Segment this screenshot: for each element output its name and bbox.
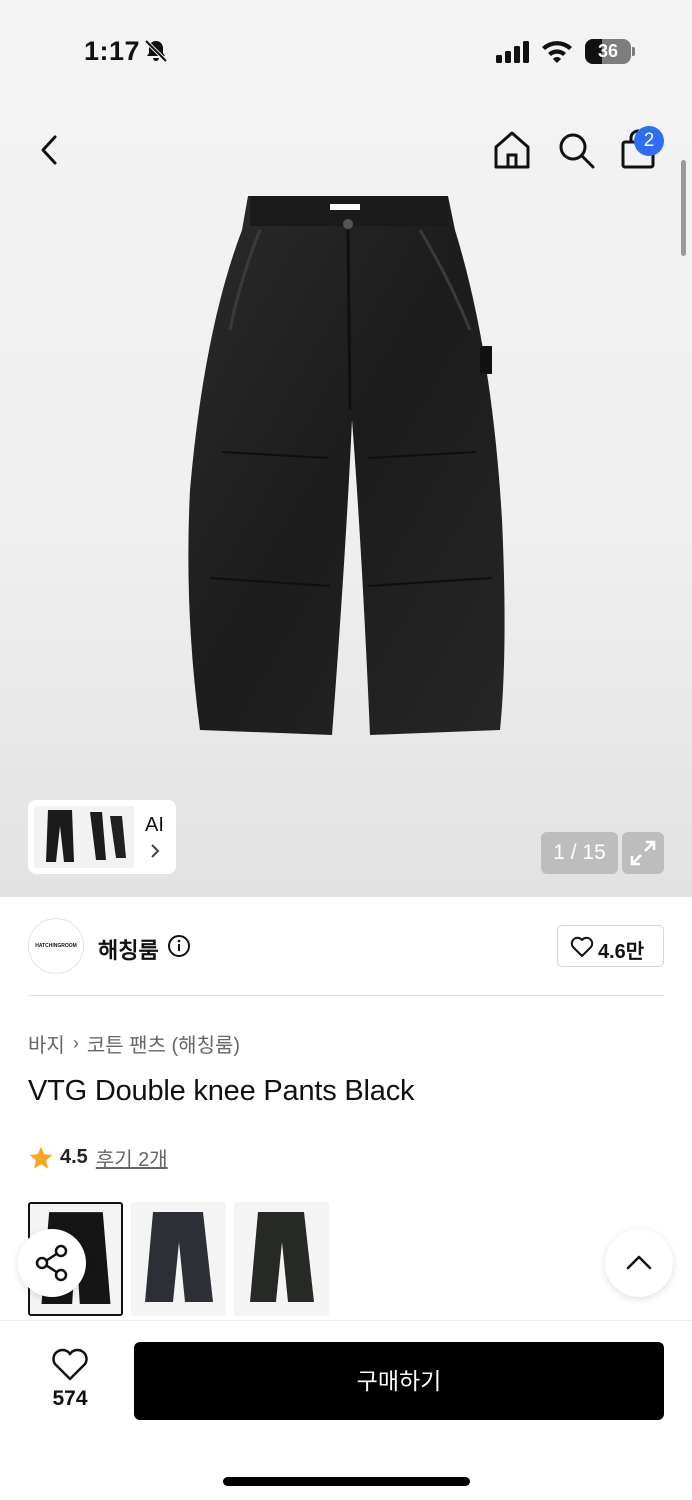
breadcrumb-subcategory[interactable]: 코튼 팬츠 (해칭룸) — [87, 1029, 240, 1058]
variant-image-3 — [234, 1202, 329, 1316]
wishlist-heart-icon[interactable] — [51, 1348, 89, 1382]
battery-level: 36 — [597, 41, 619, 61]
color-variant-3[interactable] — [234, 1202, 329, 1316]
product-title: VTG Double knee Pants Black — [28, 1075, 415, 1107]
store-logo[interactable]: HATCHINGROOM — [28, 918, 84, 974]
wishlist-count: 574 — [52, 1387, 88, 1410]
product-gallery[interactable]: 2 AI 1 / 15 — [0, 100, 692, 897]
store-like-button[interactable]: 4.6만 — [557, 925, 664, 967]
rating-row: 4.5 후기 2개 — [28, 1143, 168, 1172]
chevron-right-icon: › — [72, 1033, 79, 1053]
divider — [28, 995, 664, 996]
product-main-image — [188, 196, 505, 735]
expand-icon[interactable] — [622, 832, 664, 874]
star-icon — [29, 1146, 53, 1169]
color-variant-2[interactable] — [131, 1202, 226, 1316]
ai-similar-card[interactable]: AI — [28, 800, 176, 874]
variant-image-2 — [131, 1202, 226, 1316]
battery-indicator: 36 — [585, 39, 635, 64]
wifi-icon — [542, 41, 572, 63]
cart-count-badge: 2 — [634, 126, 664, 156]
image-counter: 1 / 15 — [541, 832, 618, 874]
review-link[interactable]: 후기 2개 — [96, 1143, 168, 1172]
breadcrumb: 바지 › 코튼 팬츠 (해칭룸) — [28, 1029, 240, 1058]
bell-slash-icon — [144, 39, 168, 63]
store-name[interactable]: 해칭룸 — [98, 933, 159, 965]
status-time: 1:17 — [84, 36, 141, 66]
info-icon[interactable] — [167, 934, 191, 958]
rating-value: 4.5 — [60, 1146, 88, 1168]
scroll-top-icon[interactable] — [605, 1229, 673, 1297]
home-indicator[interactable] — [223, 1477, 470, 1486]
ai-label: AI — [145, 814, 164, 836]
store-like-count: 4.6만 — [598, 941, 645, 963]
scrollbar[interactable] — [681, 160, 686, 256]
buy-button[interactable]: 구매하기 — [134, 1342, 664, 1420]
search-icon[interactable] — [556, 130, 596, 170]
signal-icon — [496, 41, 529, 63]
back-icon[interactable] — [30, 130, 70, 170]
bottom-action-bar: 574 구매하기 — [0, 1320, 692, 1500]
home-icon[interactable] — [492, 129, 532, 171]
ai-thumbnail-image — [34, 806, 134, 868]
heart-icon — [570, 936, 594, 957]
share-icon[interactable] — [18, 1229, 86, 1297]
chevron-right-icon — [151, 844, 160, 858]
breadcrumb-category[interactable]: 바지 — [28, 1029, 65, 1058]
status-bar: 1:17 36 — [0, 0, 692, 100]
